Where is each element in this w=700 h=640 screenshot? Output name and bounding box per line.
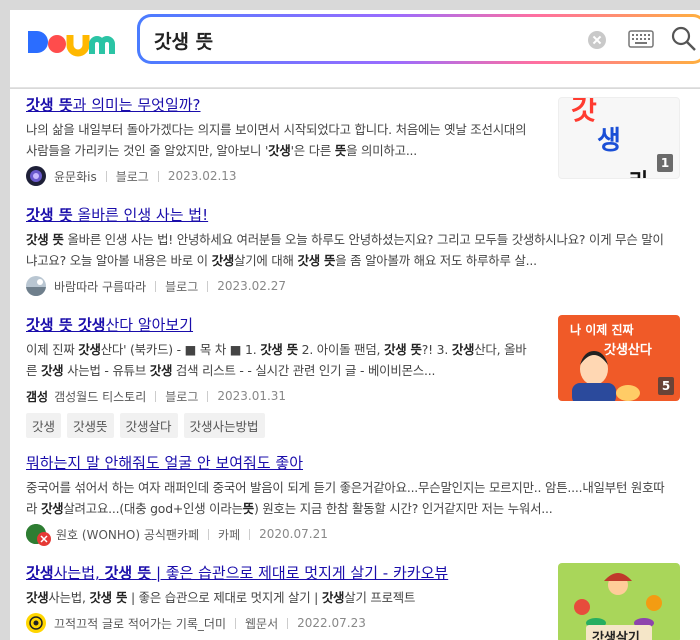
avatar[interactable] — [26, 613, 46, 633]
result-meta: 바람따라 구름따라 블로그 2023.02.27 — [26, 275, 682, 297]
author-name[interactable]: 원호 (WONHO) 공식팬카페 — [56, 526, 199, 543]
thumb-char: 갓 — [571, 97, 597, 126]
related-tags: 갓생 갓생뜻 갓생살다 갓생사는방법 — [26, 413, 682, 438]
results-list: 갓생 뜻과 의미는 무엇일까? 나의 삶을 내일부터 돌아가겠다는 의지를 보이… — [10, 89, 700, 640]
keyboard-icon[interactable] — [628, 30, 654, 48]
search-input[interactable] — [154, 27, 574, 53]
tag-chip[interactable]: 갓생 — [26, 413, 62, 438]
clear-icon[interactable] — [588, 31, 606, 49]
daum-logo[interactable] — [26, 27, 118, 61]
result-title[interactable]: 갓생 뜻 올바른 인생 사는 법! — [26, 205, 682, 225]
search-icon[interactable] — [670, 25, 698, 53]
result-title[interactable]: 뭐하는지 말 안해줘도 얼굴 안 보여줘도 좋아 — [26, 453, 682, 473]
category: 웹문서 — [245, 616, 279, 631]
category: 블로그 — [165, 389, 199, 404]
divider — [155, 280, 157, 292]
result-meta: 원호 (WONHO) 공식팬카페 카페 2020.07.21 — [26, 523, 682, 546]
tag-chip[interactable]: 갓생살다 — [119, 413, 178, 438]
divider — [157, 170, 159, 182]
tag-chip[interactable]: 갓생사는방법 — [183, 413, 265, 438]
divider — [235, 617, 237, 629]
divider — [287, 617, 289, 629]
avatar[interactable] — [26, 276, 46, 296]
thumb-char: 라 — [629, 164, 649, 178]
image-count-badge: 5 — [658, 377, 674, 395]
avatar[interactable] — [26, 524, 51, 546]
divider — [105, 170, 107, 182]
date: 2023.02.13 — [167, 169, 237, 183]
category: 블로그 — [115, 169, 149, 184]
date: 2020.07.21 — [259, 527, 328, 541]
author-name[interactable]: 끄적끄적 글로 적어가는 기록_더미 — [54, 615, 226, 632]
result-item: 갓생 뜻 올바른 인생 사는 법! 갓생 뜻 올바른 인생 사는 법! 안녕하세… — [26, 205, 682, 297]
result-snippet: 중국어를 섞어서 하는 여자 래퍼인데 중국어 발음이 되게 듣기 좋은거같아요… — [26, 480, 665, 516]
result-snippet: 갓생 뜻 올바른 인생 사는 법! 안녕하세요 여러분들 오늘 하루도 안녕하셨… — [26, 232, 664, 268]
result-thumbnail[interactable]: 갓 생 라 1 — [558, 97, 680, 179]
divider — [208, 528, 210, 540]
result-thumbnail[interactable]: 나 이제 진짜 갓생산다 5 — [558, 315, 680, 401]
avatar[interactable] — [26, 166, 46, 186]
divider — [207, 390, 209, 402]
header — [10, 10, 700, 88]
category: 카페 — [218, 527, 241, 542]
result-snippet: 나의 삶을 내일부터 돌아가겠다는 의지를 보이면서 시작되었다고 합니다. 처… — [26, 122, 527, 158]
date: 2023.01.31 — [217, 389, 287, 403]
search-box — [137, 14, 700, 64]
divider — [155, 390, 157, 402]
divider — [249, 528, 251, 540]
date: 2023.02.27 — [217, 279, 286, 293]
author-name[interactable]: 윤문화is — [54, 168, 97, 185]
thumb-text: 갓생살기 — [592, 631, 640, 640]
tag-chip[interactable]: 갓생뜻 — [67, 413, 114, 438]
result-snippet: 갓생사는법, 갓생 뜻 | 좋은 습관으로 제대로 멋지게 살기 | 갓생살기 … — [26, 590, 416, 605]
date: 2022.07.23 — [297, 616, 366, 630]
author-logo[interactable]: 갬성 — [26, 388, 48, 405]
category: 블로그 — [165, 279, 199, 294]
divider — [207, 280, 209, 292]
image-count-badge: 1 — [657, 154, 673, 172]
result-thumbnail[interactable]: 갓생살기 — [558, 563, 680, 640]
result-snippet: 이제 진짜 갓생산다' (북카드) - ■ 목 차 ■ 1. 갓생 뜻 2. 아… — [26, 342, 527, 378]
author-name[interactable]: 갬성월드 티스토리 — [54, 388, 146, 405]
result-item: 뭐하는지 말 안해줘도 얼굴 안 보여줘도 좋아 중국어를 섞어서 하는 여자 … — [26, 453, 682, 546]
author-name[interactable]: 바람따라 구름따라 — [54, 278, 146, 295]
thumb-char: 생 — [597, 126, 621, 156]
